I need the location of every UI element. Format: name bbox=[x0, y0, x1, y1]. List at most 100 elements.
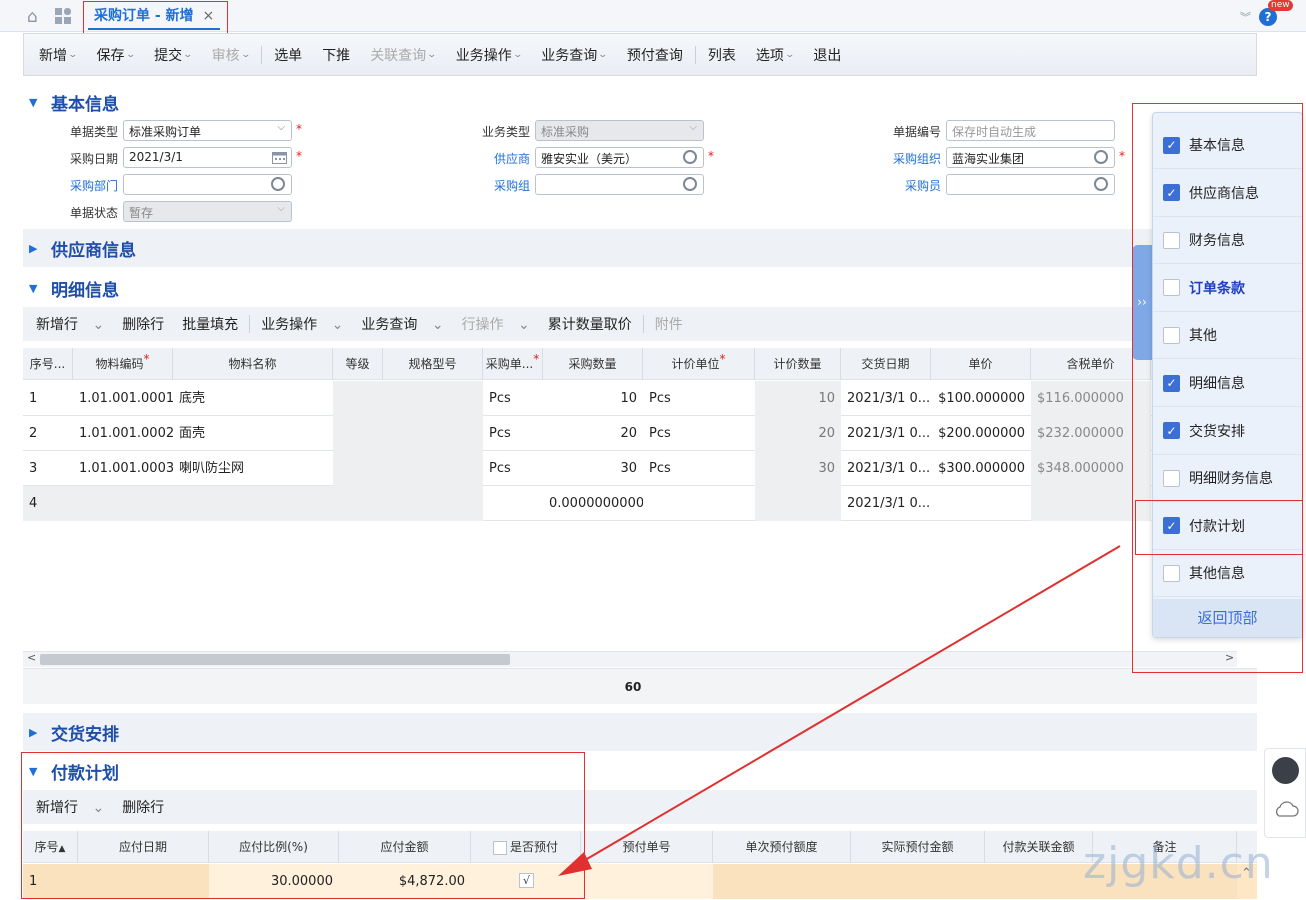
prepay-header-checkbox[interactable] bbox=[492, 840, 507, 855]
detail-header-8[interactable]: 计价数量 bbox=[755, 348, 841, 380]
cell-qty[interactable]: 30 bbox=[543, 451, 643, 486]
cell-no[interactable]: 2 bbox=[23, 416, 73, 451]
cell-date[interactable]: 2021/3/1 0... bbox=[841, 381, 931, 416]
prepay-checkbox[interactable]: √ bbox=[519, 873, 534, 888]
apps-icon[interactable] bbox=[55, 8, 71, 24]
toolbar-button-12[interactable]: 退出 bbox=[803, 45, 851, 65]
panel-item-8[interactable]: ✓ 付款计划 bbox=[1153, 503, 1302, 550]
dept-label[interactable]: 采购部门 bbox=[50, 177, 118, 194]
cell-date[interactable]: 2021/3/1 0... bbox=[841, 486, 931, 521]
group-label[interactable]: 采购组 bbox=[460, 177, 530, 194]
checkbox-icon[interactable] bbox=[1163, 326, 1180, 344]
detail-header-3[interactable]: 等级 bbox=[333, 348, 383, 380]
supplier-input[interactable]: 雅安实业（美元） bbox=[535, 147, 704, 168]
expand-down-icon[interactable]: ︾ bbox=[1240, 9, 1251, 25]
panel-item-7[interactable]: 明细财务信息 bbox=[1153, 455, 1302, 503]
checkbox-checked-icon[interactable]: ✓ bbox=[1163, 422, 1180, 440]
panel-item-9[interactable]: 其他信息 bbox=[1153, 550, 1302, 598]
cell-price[interactable]: $200.000000 bbox=[931, 416, 1031, 451]
home-icon[interactable]: ⌂ bbox=[27, 7, 38, 27]
payment-header-0[interactable]: 序号▲ bbox=[23, 831, 78, 863]
detail-header-2[interactable]: 物料名称 bbox=[173, 348, 333, 380]
cell-qty[interactable]: 10 bbox=[543, 381, 643, 416]
cell-tprice[interactable]: $232.000000 bbox=[1031, 416, 1151, 451]
checkbox-checked-icon[interactable]: ✓ bbox=[1163, 374, 1180, 392]
checkbox-icon[interactable] bbox=[1163, 279, 1180, 297]
org-label[interactable]: 采购组织 bbox=[870, 150, 941, 167]
cell-price[interactable]: $300.000000 bbox=[931, 451, 1031, 486]
detail-header-0[interactable]: 序号... bbox=[23, 348, 73, 380]
detail-toolbar-button-7[interactable]: 附件 bbox=[646, 314, 692, 334]
panel-item-2[interactable]: 财务信息 bbox=[1153, 217, 1302, 265]
cell-unit[interactable]: Pcs bbox=[483, 451, 543, 486]
cell-name[interactable]: 面壳 bbox=[173, 416, 333, 451]
cell-code[interactable]: 1.01.001.0001 bbox=[73, 381, 173, 416]
panel-collapse-handle[interactable]: ›› bbox=[1132, 245, 1152, 360]
cell-punit[interactable]: Pcs bbox=[643, 416, 755, 451]
detail-toolbar-button-0[interactable]: 新增行 ⌄ bbox=[27, 314, 113, 334]
cell-name[interactable]: 底壳 bbox=[173, 381, 333, 416]
cell-unit[interactable]: Pcs bbox=[483, 381, 543, 416]
cell-tprice[interactable]: $348.000000 bbox=[1031, 451, 1151, 486]
cell-price[interactable]: $100.000000 bbox=[931, 381, 1031, 416]
pay-prepay-cell[interactable]: √ bbox=[471, 864, 713, 899]
detail-toolbar-button-2[interactable]: 批量填充 bbox=[173, 314, 247, 334]
cell-qty[interactable]: 20 bbox=[543, 416, 643, 451]
supplier-label[interactable]: 供应商 bbox=[460, 150, 530, 167]
sort-up-icon[interactable]: ▲ bbox=[59, 844, 66, 854]
table-row[interactable]: 3 1.01.001.0003 喇叭防尘网 Pcs 30 Pcs 30 2021/3/1 0.… bbox=[23, 451, 1257, 486]
payment-header-2[interactable]: 应付比例(%) bbox=[209, 831, 339, 863]
cell-date[interactable]: 2021/3/1 0... bbox=[841, 451, 931, 486]
toolbar-button-9[interactable]: 预付查询 bbox=[617, 45, 693, 65]
toolbar-button-2[interactable]: 提交 ⌄ bbox=[144, 45, 202, 65]
cell-no[interactable]: 4 bbox=[23, 486, 73, 521]
toolbar-button-11[interactable]: 选项 ⌄ bbox=[746, 45, 804, 65]
horizontal-scrollbar[interactable]: < > bbox=[23, 651, 1237, 667]
detail-toolbar-button-5[interactable]: 行操作 ⌄ bbox=[453, 314, 539, 334]
section-detail-info[interactable]: ▼ 明细信息 bbox=[23, 269, 1257, 307]
payment-header-6[interactable]: 单次预付额度 bbox=[713, 831, 851, 863]
cell-punit[interactable] bbox=[643, 486, 755, 521]
checkbox-icon[interactable] bbox=[1163, 564, 1180, 582]
checkbox-checked-icon[interactable]: ✓ bbox=[1163, 136, 1180, 154]
cell-no[interactable]: 1 bbox=[23, 381, 73, 416]
pay-amount[interactable]: $4,872.00 bbox=[339, 864, 471, 899]
cell-qty[interactable]: 0.0000000000 bbox=[543, 486, 643, 521]
cell-unit[interactable] bbox=[483, 486, 543, 521]
payment-header-3[interactable]: 应付金额 bbox=[339, 831, 471, 863]
checkbox-checked-icon[interactable]: ✓ bbox=[1163, 184, 1180, 202]
cell-tprice[interactable]: $116.000000 bbox=[1031, 381, 1151, 416]
cell-code[interactable] bbox=[73, 486, 173, 521]
toolbar-button-3[interactable]: 审核 ⌄ bbox=[202, 45, 260, 65]
section-payment-plan[interactable]: ▼ 付款计划 bbox=[23, 752, 1257, 790]
cell-pqty[interactable] bbox=[755, 486, 841, 521]
table-row[interactable]: 2 1.01.001.0002 面壳 Pcs 20 Pcs 20 2021/3/1 0... $… bbox=[23, 416, 1257, 451]
panel-item-4[interactable]: 其他 bbox=[1153, 312, 1302, 360]
cell-date[interactable]: 2021/3/1 0... bbox=[841, 416, 931, 451]
cell-code[interactable]: 1.01.001.0002 bbox=[73, 416, 173, 451]
cell-pqty[interactable]: 20 bbox=[755, 416, 841, 451]
toolbar-button-10[interactable]: 列表 bbox=[698, 45, 746, 65]
payment-toolbar-button-0[interactable]: 新增行 ⌄ bbox=[27, 797, 113, 817]
detail-header-9[interactable]: 交货日期 bbox=[841, 348, 931, 380]
payment-header-7[interactable]: 实际预付金额 bbox=[851, 831, 985, 863]
section-basic-info[interactable]: ▼ 基本信息 bbox=[23, 83, 1257, 121]
cell-unit[interactable]: Pcs bbox=[483, 416, 543, 451]
detail-header-10[interactable]: 单价 bbox=[931, 348, 1031, 380]
panel-item-6[interactable]: ✓ 交货安排 bbox=[1153, 408, 1302, 455]
scrollbar-thumb[interactable] bbox=[40, 654, 510, 665]
payment-row[interactable]: 1 30.00000 $4,872.00 √ bbox=[23, 864, 1257, 899]
payment-header-4[interactable]: 是否预付 bbox=[471, 831, 581, 863]
detail-toolbar-button-4[interactable]: 业务查询 ⌄ bbox=[352, 314, 452, 334]
toolbar-button-0[interactable]: 新增 ⌄ bbox=[29, 45, 87, 65]
toolbar-button-8[interactable]: 业务查询 ⌄ bbox=[531, 45, 617, 65]
panel-item-1[interactable]: ✓ 供应商信息 bbox=[1153, 170, 1302, 217]
detail-toolbar-button-6[interactable]: 累计数量取价 bbox=[539, 314, 641, 334]
buyer-label[interactable]: 采购员 bbox=[870, 177, 941, 194]
detail-header-4[interactable]: 规格型号 bbox=[383, 348, 483, 380]
buyer-input[interactable] bbox=[946, 174, 1115, 195]
org-input[interactable]: 蓝海实业集团 bbox=[946, 147, 1115, 168]
checkbox-checked-icon[interactable]: ✓ bbox=[1163, 517, 1180, 535]
checkbox-icon[interactable] bbox=[1163, 231, 1180, 249]
cell-punit[interactable]: Pcs bbox=[643, 381, 755, 416]
